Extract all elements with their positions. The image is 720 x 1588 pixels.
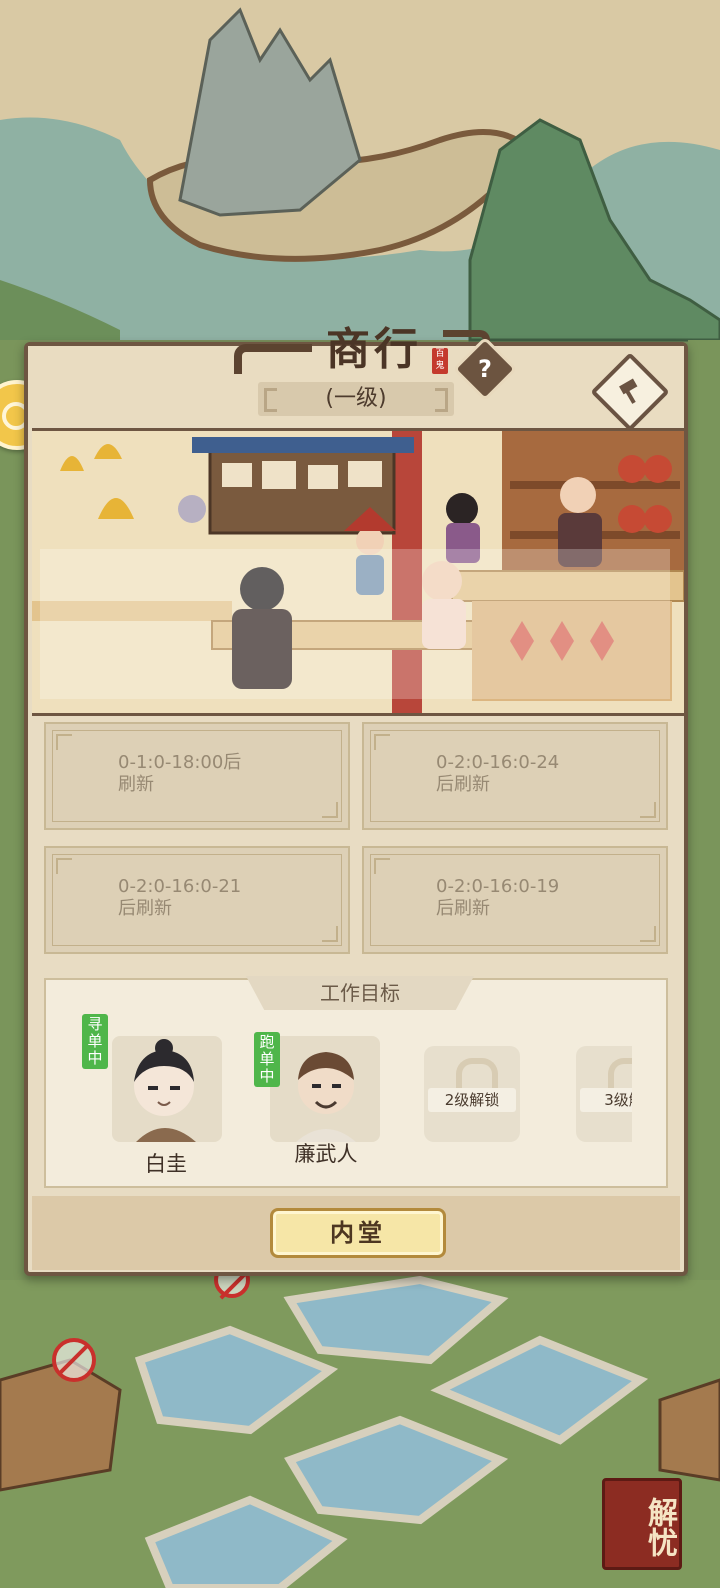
order-timer: 0-2:0-16:0-24 [436, 752, 560, 773]
order-card[interactable]: 0-1:0-18:00后 刷新 [44, 722, 350, 830]
order-refresh-label: 后刷新 [436, 774, 490, 795]
no-entry-icon [52, 1338, 96, 1382]
worker-status-tag: 寻单中 [82, 1014, 108, 1069]
order-timer: 0-2:0-16:0-19 [436, 876, 560, 897]
locked-worker-slot[interactable]: 3级解 [576, 1046, 632, 1142]
inner-hall-button[interactable]: 内堂 [270, 1208, 446, 1258]
work-goals-title: 工作目标 [246, 976, 474, 1010]
level-label: (一级) [258, 382, 454, 416]
order-refresh-label: 后刷新 [118, 898, 172, 919]
order-timer: 0-1:0-18:00后 [118, 752, 242, 773]
shop-panel: 商行 百鬼 ? (一级) 0-1:0-18:00后 刷新 0-2:0-16:0-… [24, 324, 688, 1276]
jieyou-badge[interactable]: 解忧 [602, 1478, 682, 1570]
worker-name: 廉武人 [294, 1142, 358, 1166]
unlock-requirement: 2级解锁 [428, 1088, 516, 1112]
worker-slot-baigui[interactable] [112, 1036, 222, 1142]
unlock-requirement: 3级解 [580, 1088, 632, 1112]
worker-name: 白圭 [145, 1152, 187, 1176]
title-scroll-left-deco [234, 344, 312, 374]
locked-worker-slot[interactable]: 2级解锁 [424, 1046, 520, 1142]
panel-footer: 内堂 [32, 1196, 680, 1270]
locked-slot-clip: 3级解 [576, 1046, 632, 1142]
panel-title: 商行 [326, 324, 422, 375]
order-timer: 0-2:0-16:0-21 [118, 876, 242, 897]
help-icon: ? [478, 355, 492, 383]
order-card[interactable]: 0-2:0-16:0-21 后刷新 [44, 846, 350, 954]
work-goals-section: 工作目标 寻单中 白圭 跑单中 廉武人 2级解锁 3级 [44, 976, 668, 1188]
hammer-icon [616, 378, 644, 406]
worker-portrait [296, 1052, 356, 1142]
order-refresh-label: 后刷新 [436, 898, 490, 919]
order-card[interactable]: 0-2:0-16:0-24 后刷新 [362, 722, 668, 830]
worker-status-tag: 跑单中 [254, 1032, 280, 1087]
order-card[interactable]: 0-2:0-16:0-19 后刷新 [362, 846, 668, 954]
worker-slot-lianwuren[interactable] [270, 1036, 380, 1142]
title-seal: 百鬼 [432, 348, 448, 374]
shop-scene-illustration [32, 428, 684, 716]
worker-portrait [134, 1039, 196, 1142]
order-refresh-label: 刷新 [118, 774, 154, 795]
